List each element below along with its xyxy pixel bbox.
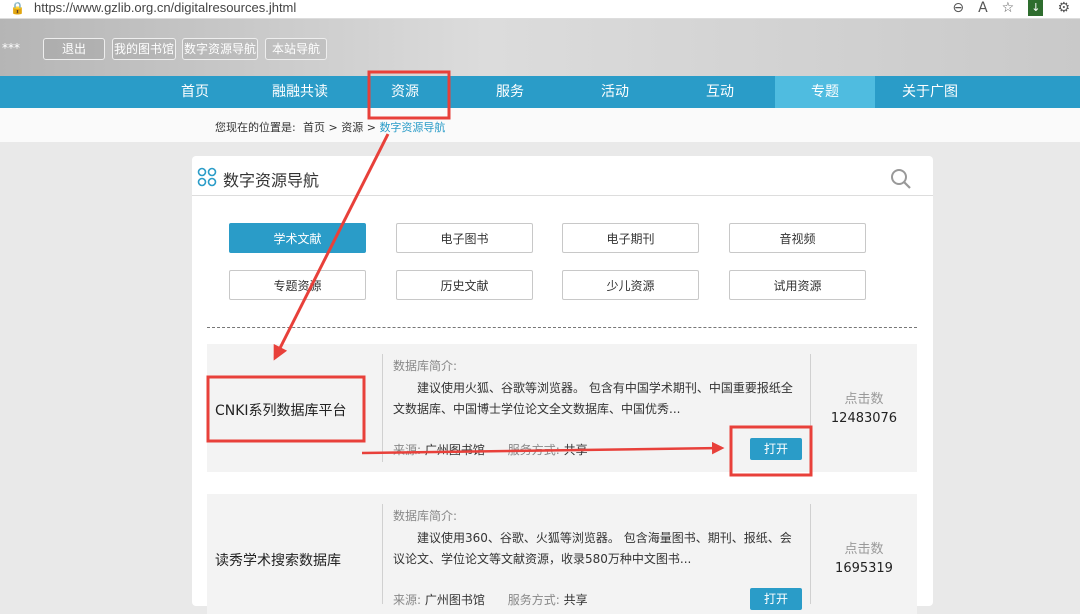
resource-meta: 来源: 广州图书馆 服务方式: 共享 [393, 591, 588, 608]
main-nav: 首页 融融共读 资源 服务 活动 互动 专题 关于广图 [0, 76, 1080, 108]
clicks-label: 点击数 [844, 392, 884, 407]
resource-card: 读秀学术搜索数据库 数据库简介: 建议使用360、谷歌、火狐等浏览器。 包含海量… [207, 494, 917, 614]
service-value: 共享 [563, 593, 588, 607]
resource-meta: 来源: 广州图书馆 服务方式: 共享 [393, 441, 588, 458]
tab-audio-video[interactable]: 音视频 [729, 223, 866, 253]
clicks-label: 点击数 [844, 542, 884, 557]
title-divider [192, 195, 933, 196]
breadcrumb-current: 数字资源导航 [379, 121, 446, 134]
resource-name[interactable]: 读秀学术搜索数据库 [215, 550, 341, 570]
site-nav-button[interactable]: 本站导航 [265, 38, 327, 60]
tab-ebooks[interactable]: 电子图书 [396, 223, 533, 253]
panel-title: 数字资源导航 [223, 171, 320, 190]
digital-resources-panel: 数字资源导航 学术文献 电子图书 电子期刊 音视频 专题资源 历史文献 少儿资源… [192, 156, 933, 614]
nav-item-activities[interactable]: 活动 [565, 76, 665, 108]
service-label: 服务方式: [507, 443, 560, 457]
intro-label: 数据库简介: [393, 509, 458, 523]
resource-name[interactable]: CNKI系列数据库平台 [215, 400, 347, 420]
tab-trial-resources[interactable]: 试用资源 [729, 270, 866, 300]
nav-item-interaction[interactable]: 互动 [670, 76, 770, 108]
site-header: *** 退出 我的图书馆 数字资源导航 本站导航 [0, 19, 1080, 76]
open-button[interactable]: 打开 [750, 438, 802, 460]
tab-ejournals[interactable]: 电子期刊 [562, 223, 699, 253]
source-label: 来源: [393, 443, 422, 457]
browser-toolbar: ⊖ A ☆ ↓ ⚙ [952, 0, 1070, 16]
breadcrumb-label: 您现在的位置是: [215, 121, 296, 134]
source-value: 广州图书馆 [424, 443, 485, 457]
nav-item-home[interactable]: 首页 [145, 76, 245, 108]
breadcrumb-home[interactable]: 首页 [303, 121, 325, 134]
favorite-star-icon[interactable]: ☆ [1002, 0, 1015, 16]
intro-label: 数据库简介: [393, 359, 458, 373]
logout-button[interactable]: 退出 [43, 38, 105, 60]
masked-username: *** [2, 41, 20, 55]
card-divider [810, 504, 811, 604]
source-value: 广州图书馆 [424, 593, 485, 607]
resource-description: 建议使用火狐、谷歌等浏览器。 包含有中国学术期刊、中国重要报纸全文数据库、中国博… [393, 381, 793, 416]
tab-children-resources[interactable]: 少儿资源 [562, 270, 699, 300]
zoom-icon[interactable]: ⊖ [952, 0, 964, 16]
nav-item-about[interactable]: 关于广图 [880, 76, 980, 108]
tab-historical-documents[interactable]: 历史文献 [396, 270, 533, 300]
nav-item-resources[interactable]: 资源 [355, 76, 455, 108]
card-divider [382, 354, 383, 462]
card-divider [382, 504, 383, 604]
service-label: 服务方式: [507, 593, 560, 607]
breadcrumb-path: 首页 > 资源 > 数字资源导航 [303, 121, 446, 134]
nav-item-topics[interactable]: 专题 [775, 76, 875, 108]
digital-resources-nav-button[interactable]: 数字资源导航 [182, 38, 258, 60]
read-aloud-icon[interactable]: A [978, 0, 988, 16]
resource-card: CNKI系列数据库平台 数据库简介: 建议使用火狐、谷歌等浏览器。 包含有中国学… [207, 344, 917, 472]
card-divider [810, 354, 811, 462]
tab-academic-literature[interactable]: 学术文献 [229, 223, 366, 253]
nav-item-reading[interactable]: 融融共读 [250, 76, 350, 108]
clicks-count: 1695319 [835, 561, 893, 576]
nav-item-services[interactable]: 服务 [460, 76, 560, 108]
download-icon[interactable]: ↓ [1028, 0, 1044, 16]
browser-address-bar[interactable]: 🔒 https://www.gzlib.org.cn/digitalresour… [0, 0, 1080, 19]
breadcrumb-resources[interactable]: 资源 [341, 121, 363, 134]
breadcrumb: 您现在的位置是: 首页 > 资源 > 数字资源导航 [0, 108, 1080, 142]
clicks-count: 12483076 [830, 411, 898, 426]
my-library-button[interactable]: 我的图书馆 [112, 38, 176, 60]
lock-icon[interactable]: 🔒 [10, 1, 25, 15]
resource-description: 建议使用360、谷歌、火狐等浏览器。 包含海量图书、期刊、报纸、会议论文、学位论… [393, 531, 792, 566]
search-icon[interactable] [890, 168, 912, 190]
source-label: 来源: [393, 593, 422, 607]
open-button[interactable]: 打开 [750, 588, 802, 610]
tab-special-resources[interactable]: 专题资源 [229, 270, 366, 300]
section-divider [207, 327, 917, 328]
grid-icon [197, 167, 217, 187]
extensions-icon[interactable]: ⚙ [1057, 0, 1070, 16]
url-text[interactable]: https://www.gzlib.org.cn/digitalresource… [34, 0, 296, 16]
service-value: 共享 [563, 443, 588, 457]
